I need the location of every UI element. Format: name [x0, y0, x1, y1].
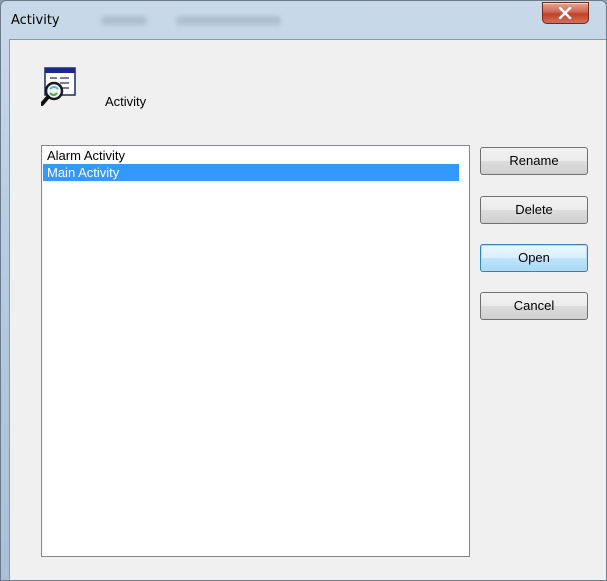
window-title: Activity — [11, 13, 60, 28]
blurred-background-text — [101, 16, 147, 25]
header-label: Activity — [105, 94, 147, 109]
cancel-button[interactable]: Cancel — [480, 292, 588, 320]
open-button[interactable]: Open — [480, 244, 588, 272]
delete-button[interactable]: Delete — [480, 196, 588, 224]
close-button[interactable] — [542, 2, 589, 24]
dialog-body: Activity Alarm Activity Main Activity Re… — [9, 39, 606, 580]
dialog-window: Activity Activity Alarm Activity Main Ac… — [0, 0, 607, 581]
list-item-alarm-activity[interactable]: Alarm Activity — [43, 147, 459, 164]
title-bar[interactable]: Activity — [1, 1, 606, 39]
activity-listbox[interactable]: Alarm Activity Main Activity — [41, 145, 470, 557]
activity-window-magnifier-icon — [40, 67, 77, 107]
rename-button[interactable]: Rename — [480, 147, 588, 175]
close-icon — [558, 7, 572, 19]
blurred-background-text — [176, 16, 281, 25]
list-item-main-activity[interactable]: Main Activity — [43, 164, 459, 181]
